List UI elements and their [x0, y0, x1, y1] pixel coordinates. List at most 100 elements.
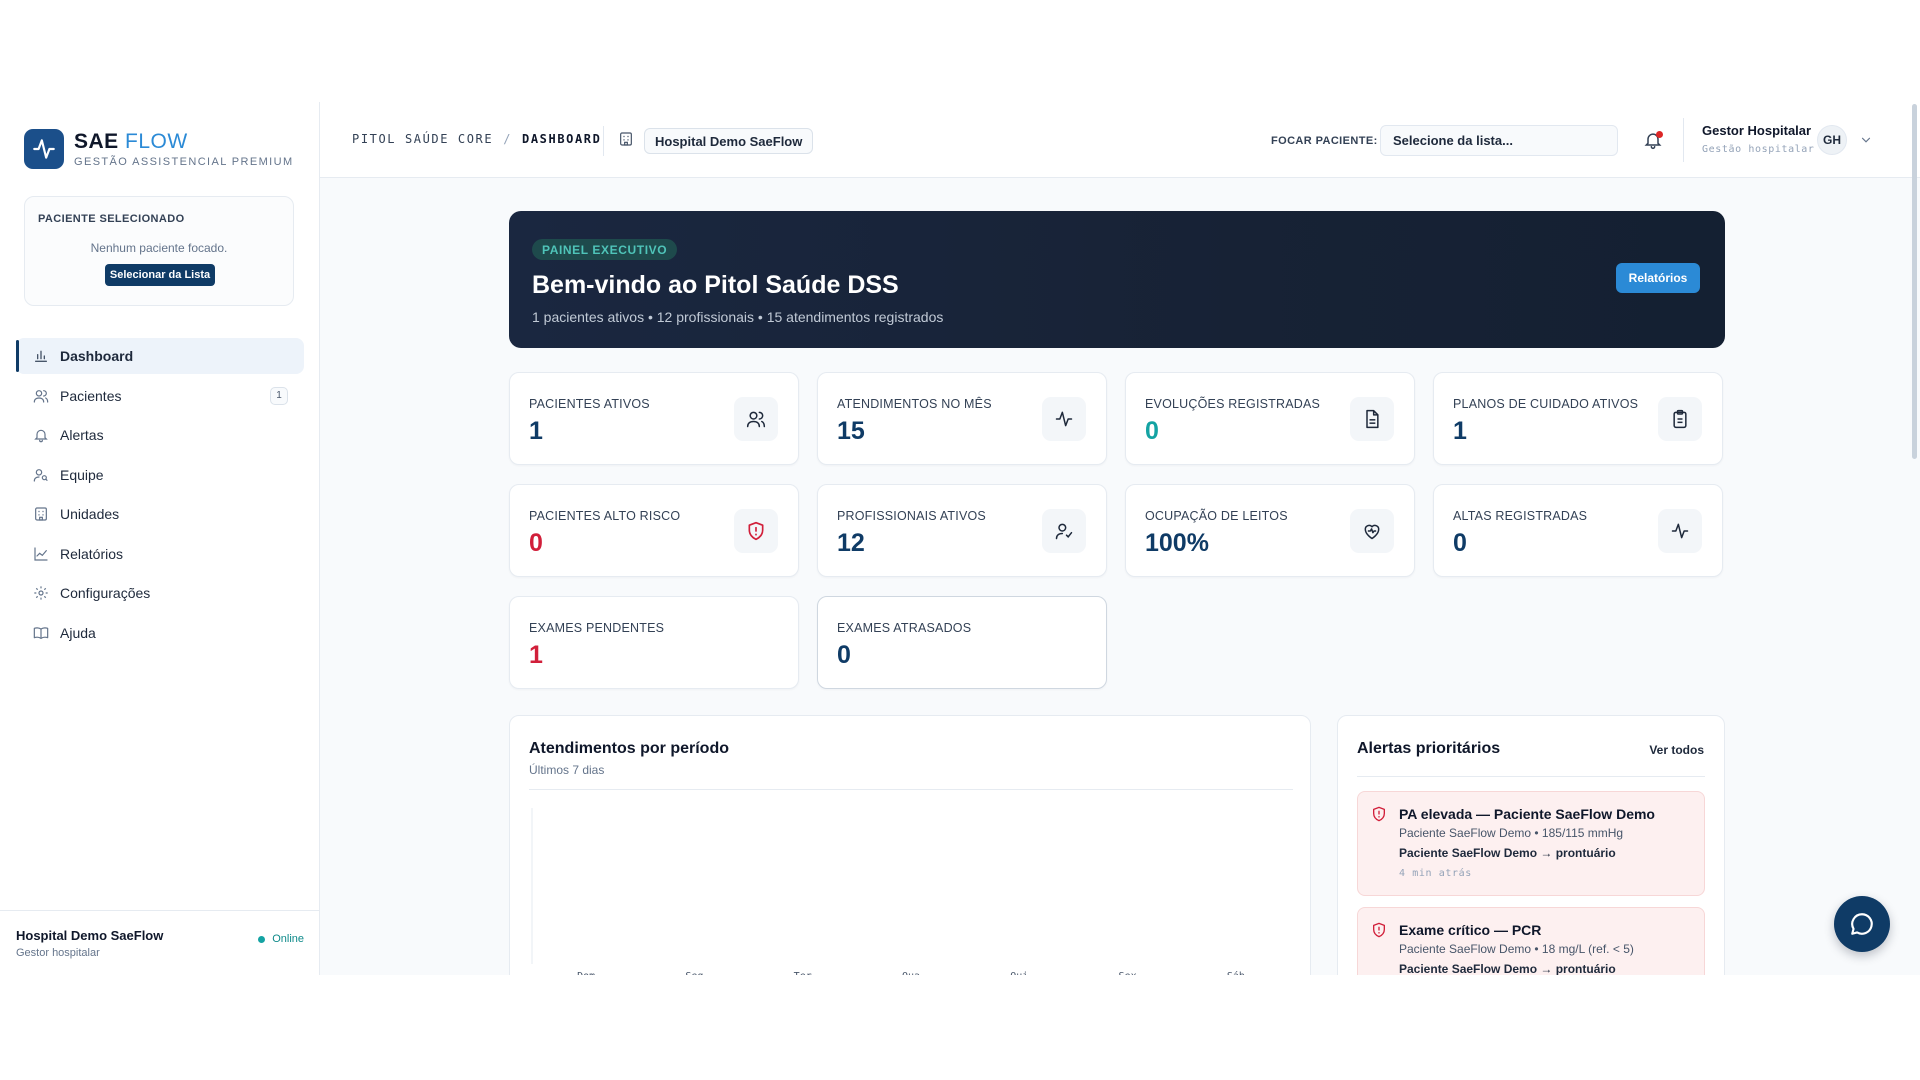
x-tick-label: Dom [577, 971, 595, 975]
selected-patient-label: PACIENTE SELECIONADO [38, 213, 185, 225]
select-from-list-button[interactable]: Selecionar da Lista [105, 264, 215, 286]
status-dot-icon [258, 935, 266, 943]
alert-detail: Paciente SaeFlow Demo • 185/115 mmHg [1399, 826, 1624, 840]
chat-button[interactable] [1834, 896, 1890, 952]
alerts-panel: Alertas prioritários Ver todos PA elevad… [1337, 715, 1725, 975]
selected-patient-empty: Nenhum paciente focado. [90, 241, 228, 255]
brand-tagline: GESTÃO ASSISTENCIAL PREMIUM [74, 155, 294, 168]
sidebar-item-alertas[interactable]: Alertas [16, 417, 304, 453]
kpi-label: PROFISSIONAIS ATIVOS [837, 509, 986, 523]
kpi-label: ATENDIMENTOS NO MÊS [837, 397, 992, 411]
user-check-icon [1042, 509, 1086, 553]
user-group-icon [32, 466, 50, 484]
kpi-value: 0 [1453, 529, 1467, 557]
topbar: PITOL SAÚDE CORE / DASHBOARD Hospital De… [320, 102, 1920, 178]
focus-patient-select[interactable]: Selecione da lista... [1380, 125, 1618, 156]
kpi-label: OCUPAÇÃO DE LEITOS [1145, 509, 1288, 523]
alert-time: 4 min atrás [1399, 868, 1472, 879]
sidebar-item-label: Equipe [60, 466, 104, 483]
notification-dot [1656, 131, 1663, 138]
alert-record-link[interactable]: Paciente SaeFlow Demo → prontuário [1399, 846, 1616, 860]
alert-item[interactable]: Exame crítico — PCR Paciente SaeFlow Dem… [1357, 907, 1705, 975]
kpi-card-planos-cuidado[interactable]: PLANOS DE CUIDADO ATIVOS 1 [1433, 372, 1723, 465]
users-icon [32, 387, 50, 405]
kpi-card-altas[interactable]: ALTAS REGISTRADAS 0 [1433, 484, 1723, 577]
divider [603, 126, 604, 156]
chevron-down-icon[interactable] [1859, 133, 1873, 152]
online-status: Online [258, 933, 304, 945]
alert-title: Exame crítico — PCR [1399, 922, 1542, 938]
kpi-value: 1 [529, 417, 543, 445]
footer-role: Gestor hospitalar [16, 947, 100, 959]
breadcrumb-root[interactable]: PITOL SAÚDE CORE [352, 132, 493, 146]
building-icon [32, 505, 50, 523]
notifications-button[interactable] [1643, 130, 1665, 152]
hero-badge: PAINEL EXECUTIVO [532, 239, 678, 260]
kpi-label: ALTAS REGISTRADAS [1453, 509, 1588, 523]
kpi-value: 0 [1145, 417, 1159, 445]
scrollbar[interactable] [1912, 104, 1917, 459]
user-role: Gestão hospitalar [1702, 144, 1815, 155]
sidebar-item-unidades[interactable]: Unidades [16, 496, 304, 532]
kpi-value: 1 [1453, 417, 1467, 445]
page-title: Bem-vindo ao Pitol Saúde DSS [532, 271, 899, 299]
kpi-card-atendimentos-mes[interactable]: ATENDIMENTOS NO MÊS 15 [817, 372, 1107, 465]
sidebar-nav: Dashboard Pacientes 1 Alertas Equipe Uni… [16, 338, 304, 654]
document-icon [1350, 397, 1394, 441]
users-icon [734, 397, 778, 441]
sidebar-item-label: Alertas [60, 427, 104, 443]
kpi-card-alto-risco[interactable]: PACIENTES ALTO RISCO 0 [509, 484, 799, 577]
clipboard-icon [1658, 397, 1702, 441]
kpi-card-evolucoes[interactable]: EVOLUÇÕES REGISTRADAS 0 [1125, 372, 1415, 465]
sidebar-footer: Hospital Demo SaeFlow Gestor hospitalar … [0, 910, 320, 975]
sidebar-item-relatorios[interactable]: Relatórios [16, 536, 304, 572]
hero-banner: PAINEL EXECUTIVO Bem-vindo ao Pitol Saúd… [509, 211, 1725, 348]
chart-panel: Atendimentos por período Últimos 7 dias … [509, 715, 1311, 975]
shield-alert-icon [734, 509, 778, 553]
shield-alert-icon [1371, 922, 1387, 943]
kpi-card-exames-atrasados[interactable]: EXAMES ATRASADOS 0 [817, 596, 1107, 689]
alert-title: PA elevada — Paciente SaeFlow Demo [1399, 806, 1655, 822]
avatar[interactable]: GH [1817, 125, 1847, 155]
sidebar-item-configuracoes[interactable]: Configurações [16, 575, 304, 611]
reports-button[interactable]: Relatórios [1616, 263, 1700, 293]
unit-selector[interactable]: Hospital Demo SaeFlow [644, 128, 814, 154]
sidebar-item-label: Relatórios [60, 545, 124, 562]
x-tick-label: Qua [902, 971, 920, 975]
sidebar-item-dashboard[interactable]: Dashboard [16, 338, 304, 374]
sidebar-item-label: Configurações [60, 585, 151, 601]
x-tick-label: Seg [685, 971, 703, 975]
book-icon [32, 624, 50, 642]
kpi-label: EXAMES PENDENTES [529, 621, 665, 635]
focus-patient-label: FOCAR PACIENTE: [1271, 135, 1378, 147]
x-tick-label: Ter [794, 971, 812, 975]
sidebar-item-ajuda[interactable]: Ajuda [16, 615, 304, 651]
selected-patient-card: PACIENTE SELECIONADO Nenhum paciente foc… [24, 196, 294, 306]
kpi-card-exames-pendentes[interactable]: EXAMES PENDENTES 1 [509, 596, 799, 689]
breadcrumb: PITOL SAÚDE CORE / DASHBOARD [352, 132, 601, 146]
sidebar-item-equipe[interactable]: Equipe [16, 457, 304, 493]
kpi-card-pacientes-ativos[interactable]: PACIENTES ATIVOS 1 [509, 372, 799, 465]
kpi-card-ocupacao-leitos[interactable]: OCUPAÇÃO DE LEITOS 100% [1125, 484, 1415, 577]
alert-detail: Paciente SaeFlow Demo • 18 mg/L (ref. < … [1399, 942, 1634, 956]
x-tick-label: Sex [1119, 971, 1137, 975]
bar-chart-icon [32, 347, 50, 365]
chat-icon [1851, 913, 1873, 935]
sidebar-item-pacientes[interactable]: Pacientes 1 [16, 378, 304, 414]
x-tick-label: Qui [1010, 971, 1028, 975]
alert-record-link[interactable]: Paciente SaeFlow Demo → prontuário [1399, 962, 1616, 975]
see-all-link[interactable]: Ver todos [1649, 743, 1704, 757]
shield-alert-icon [1371, 806, 1387, 827]
brand-logo[interactable]: SAE FLOW GESTÃO ASSISTENCIAL PREMIUM [24, 129, 294, 169]
divider [1357, 776, 1705, 777]
kpi-value: 15 [837, 417, 865, 445]
activity-icon [1658, 509, 1702, 553]
kpi-label: PACIENTES ATIVOS [529, 397, 650, 411]
bell-icon [32, 426, 50, 444]
alert-item[interactable]: PA elevada — Paciente SaeFlow Demo Pacie… [1357, 791, 1705, 896]
user-name: Gestor Hospitalar [1702, 123, 1812, 138]
kpi-value: 0 [529, 529, 543, 557]
kpi-label: PLANOS DE CUIDADO ATIVOS [1453, 397, 1639, 411]
kpi-card-profissionais[interactable]: PROFISSIONAIS ATIVOS 12 [817, 484, 1107, 577]
alerts-title: Alertas prioritários [1357, 740, 1501, 757]
